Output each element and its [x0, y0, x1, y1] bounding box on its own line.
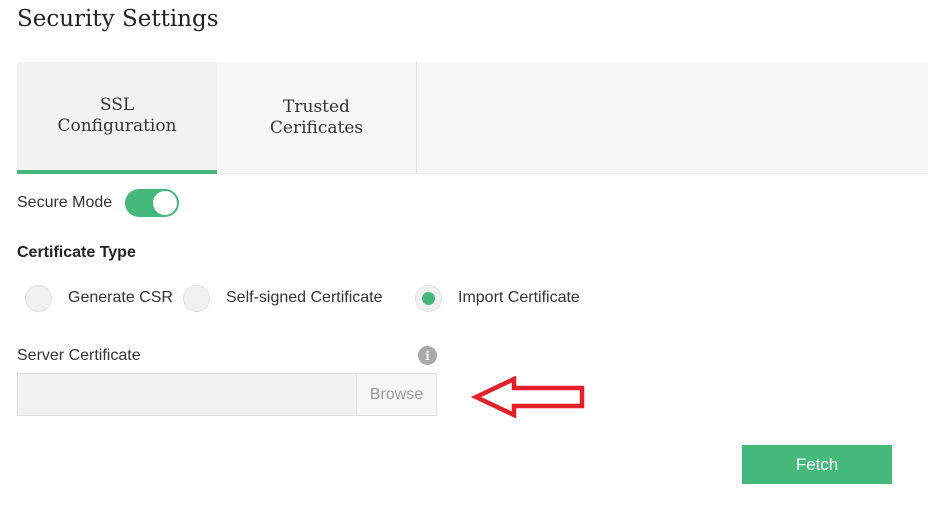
radio-label-import-certificate: Import Certificate — [458, 289, 580, 306]
fetch-button[interactable]: Fetch — [742, 445, 892, 484]
radio-import-certificate[interactable] — [415, 284, 442, 312]
radio-selected-dot — [422, 291, 435, 305]
tab-bar: SSL Configuration Trusted Cerificates — [17, 62, 928, 174]
radio-option-import-certificate[interactable]: Import Certificate — [415, 284, 580, 312]
info-icon[interactable]: i — [418, 346, 437, 365]
secure-mode-label: Secure Mode — [17, 194, 113, 211]
radio-generate-csr[interactable] — [25, 284, 52, 312]
server-certificate-field: Browse — [17, 373, 437, 416]
radio-label-self-signed: Self-signed Certificate — [226, 289, 383, 306]
annotation-arrow-icon — [470, 376, 585, 418]
secure-mode-row: Secure Mode — [17, 188, 180, 218]
radio-option-generate-csr[interactable]: Generate CSR — [25, 284, 173, 312]
server-certificate-label: Server Certificate — [17, 347, 141, 364]
radio-label-generate-csr: Generate CSR — [68, 289, 173, 306]
radio-self-signed[interactable] — [183, 284, 210, 312]
certificate-type-label: Certificate Type — [17, 244, 136, 261]
secure-mode-toggle[interactable] — [125, 189, 180, 217]
tab-trusted-certificates[interactable]: Trusted Cerificates — [217, 62, 417, 174]
toggle-knob — [153, 191, 178, 215]
browse-button[interactable]: Browse — [356, 374, 436, 415]
page-title: Security Settings — [17, 6, 219, 32]
tab-ssl-configuration[interactable]: SSL Configuration — [17, 62, 217, 174]
radio-option-self-signed[interactable]: Self-signed Certificate — [183, 284, 383, 312]
server-certificate-input[interactable] — [18, 374, 356, 415]
